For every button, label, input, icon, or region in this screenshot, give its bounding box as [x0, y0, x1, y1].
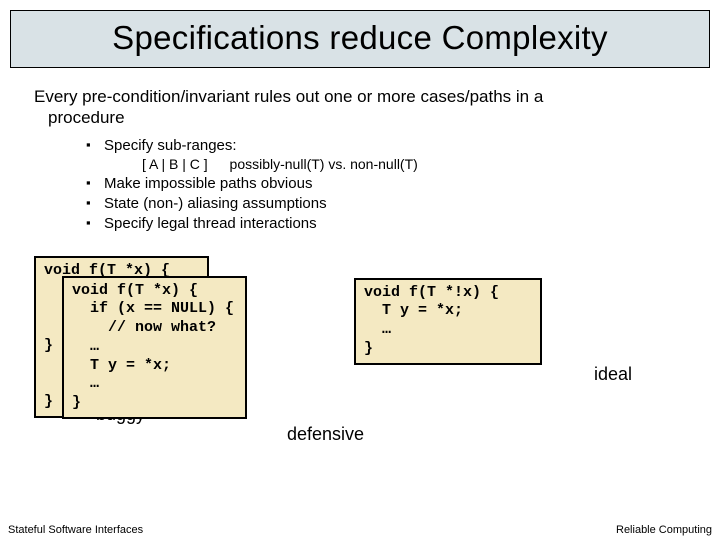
bullet-item: Specify sub-ranges: [ A | B | C ] possib…	[86, 137, 686, 172]
title-bar: Specifications reduce Complexity	[10, 10, 710, 68]
lead-text: Every pre-condition/invariant rules out …	[34, 86, 686, 129]
label-ideal: ideal	[594, 364, 632, 385]
bullet-subline: [ A | B | C ] possibly-null(T) vs. non-n…	[104, 156, 686, 172]
footer-right: Reliable Computing	[616, 524, 712, 536]
label-defensive: defensive	[287, 424, 364, 445]
sub-b: possibly-null(T) vs. non-null(T)	[230, 156, 418, 172]
bullet-text: Specify sub-ranges:	[104, 137, 237, 154]
sub-a: [ A | B | C ]	[142, 156, 208, 172]
bullet-item: State (non-) aliasing assumptions	[86, 195, 686, 212]
bullet-item: Make impossible paths obvious	[86, 175, 686, 192]
bullet-item: Specify legal thread interactions	[86, 215, 686, 232]
code-area: void f(T *x) { if (x == NULL) T y = *x; …	[34, 256, 686, 446]
slide-title: Specifications reduce Complexity	[23, 19, 697, 57]
lead-line2: procedure	[34, 108, 125, 127]
bullet-list: Specify sub-ranges: [ A | B | C ] possib…	[34, 137, 686, 232]
slide-body: Every pre-condition/invariant rules out …	[0, 68, 720, 446]
lead-line1: Every pre-condition/invariant rules out …	[34, 87, 543, 106]
footer-left: Stateful Software Interfaces	[8, 524, 143, 536]
code-box-ideal: void f(T *!x) { T y = *x; … }	[354, 278, 542, 365]
code-box-defensive: void f(T *x) { if (x == NULL) { // now w…	[62, 276, 247, 419]
footer: Stateful Software Interfaces Reliable Co…	[0, 524, 720, 536]
